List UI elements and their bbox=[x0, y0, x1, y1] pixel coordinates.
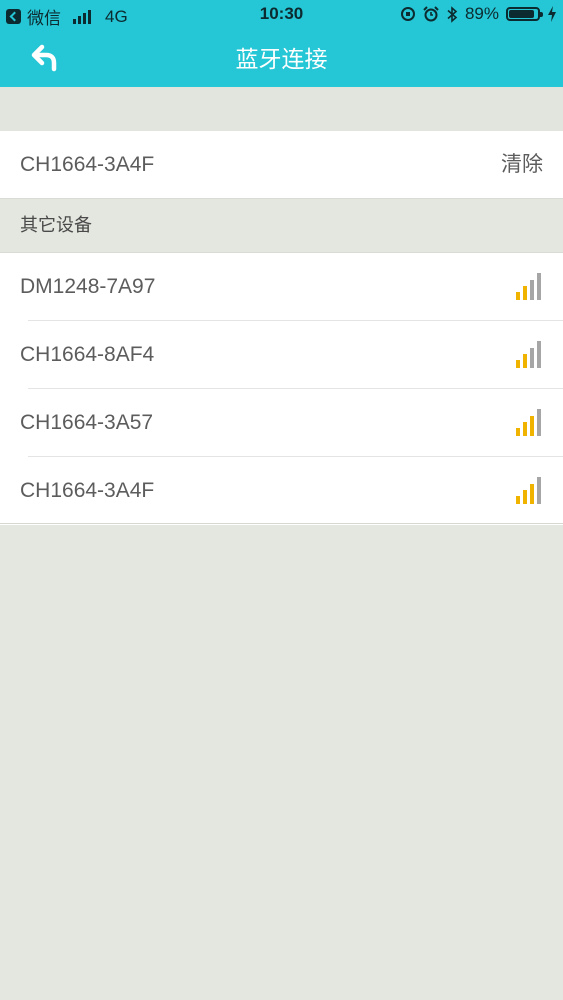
device-row[interactable]: DM1248-7A97 bbox=[0, 253, 563, 321]
top-spacer bbox=[0, 87, 563, 131]
device-name: DM1248-7A97 bbox=[20, 275, 156, 298]
alarm-icon bbox=[423, 6, 439, 22]
battery-icon bbox=[506, 7, 543, 21]
connected-device-row[interactable]: CH1664-3A4F 清除 bbox=[0, 131, 563, 198]
signal-bar bbox=[537, 477, 541, 504]
signal-bar bbox=[530, 348, 534, 368]
signal-bar bbox=[516, 360, 520, 368]
signal-bar bbox=[516, 428, 520, 436]
charging-icon bbox=[548, 6, 556, 22]
status-bar: 微信 4G 10:30 89% bbox=[0, 0, 563, 30]
device-row[interactable]: CH1664-8AF4 bbox=[0, 321, 563, 389]
status-right: 89% bbox=[400, 4, 557, 24]
signal-bar bbox=[523, 422, 527, 436]
device-row[interactable]: CH1664-3A4F bbox=[0, 457, 563, 525]
device-row[interactable]: CH1664-3A57 bbox=[0, 389, 563, 457]
signal-strength-icon bbox=[516, 273, 541, 300]
device-name: CH1664-3A57 bbox=[20, 411, 154, 434]
signal-strength-icon bbox=[516, 409, 541, 436]
section-title: 其它设备 bbox=[20, 215, 92, 235]
clear-button[interactable]: 清除 bbox=[501, 131, 543, 198]
signal-strength-icon bbox=[516, 341, 541, 368]
signal-bar bbox=[530, 484, 534, 504]
connected-device-name: CH1664-3A4F bbox=[20, 153, 155, 176]
signal-bar bbox=[523, 286, 527, 300]
signal-bar bbox=[537, 341, 541, 368]
other-devices-header: 其它设备 bbox=[0, 198, 563, 253]
device-name: CH1664-8AF4 bbox=[20, 343, 155, 366]
page-title: 蓝牙连接 bbox=[235, 46, 328, 72]
signal-bar bbox=[537, 409, 541, 436]
orientation-lock-icon bbox=[400, 7, 415, 21]
signal-bar bbox=[537, 273, 541, 300]
signal-bar bbox=[530, 416, 534, 436]
device-name: CH1664-3A4F bbox=[20, 479, 155, 502]
signal-bar bbox=[523, 354, 527, 368]
bluetooth-icon bbox=[447, 5, 458, 23]
signal-bar bbox=[516, 496, 520, 504]
signal-bar bbox=[523, 490, 527, 504]
nav-bar: 微信 4G 10:30 89% 蓝牙连接 bbox=[0, 0, 563, 87]
signal-bar bbox=[516, 292, 520, 300]
battery-percent: 89% bbox=[464, 4, 499, 23]
list-divider bbox=[0, 523, 563, 524]
signal-bar bbox=[530, 280, 534, 300]
signal-strength-icon bbox=[516, 477, 541, 504]
